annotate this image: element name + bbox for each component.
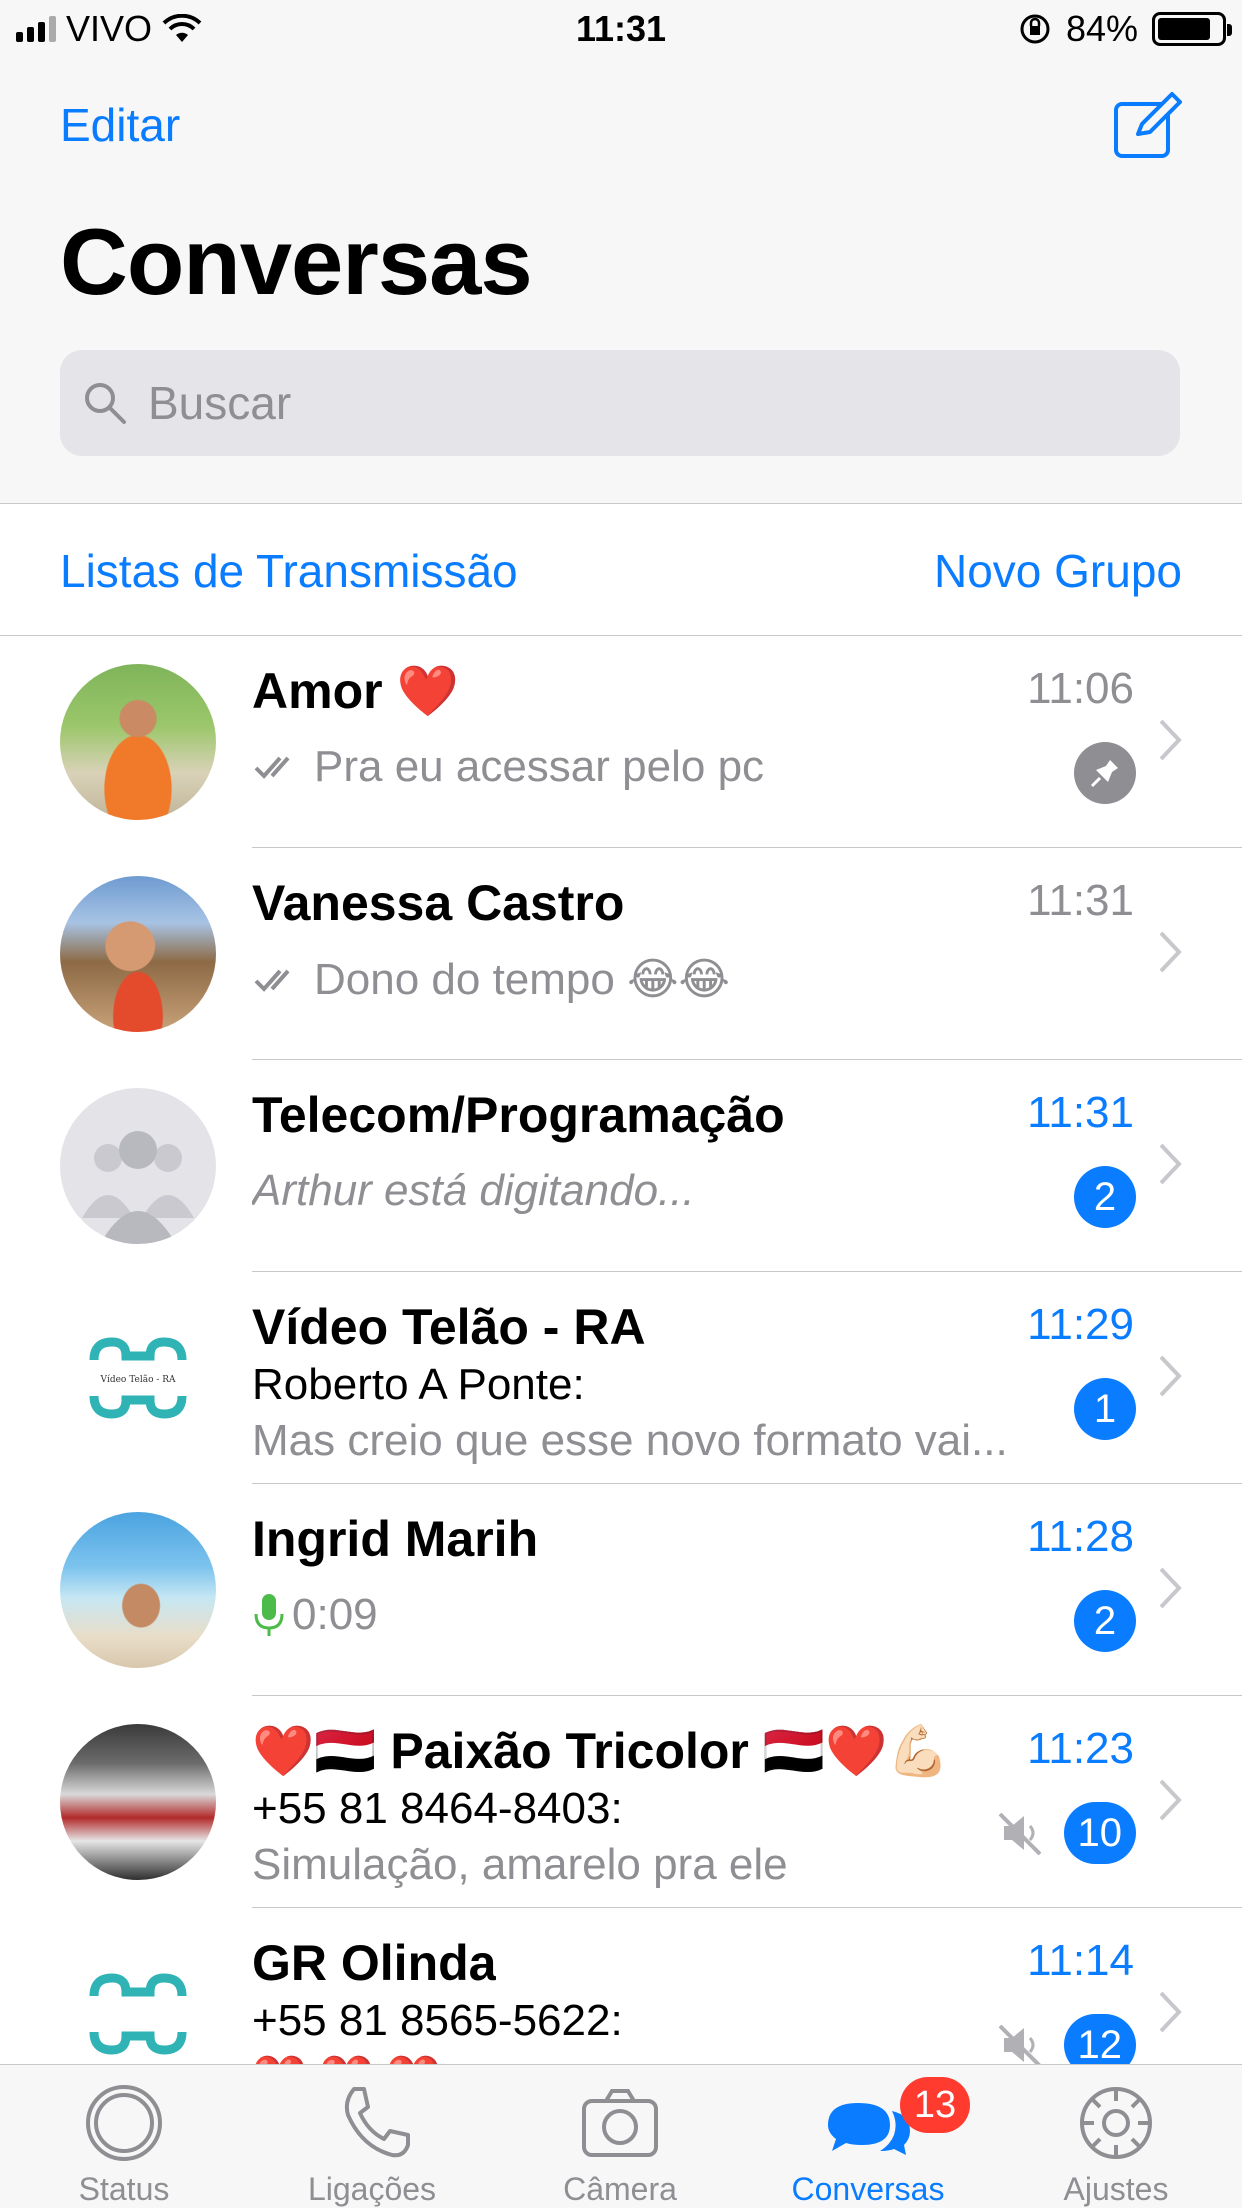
- chat-name: GR Olinda: [252, 1935, 497, 1991]
- message-sender: Roberto A Ponte:: [252, 1360, 585, 1409]
- tab-label: Status: [78, 2171, 170, 2207]
- chevron-right-icon: [1159, 1779, 1182, 1821]
- tab-bar: Status Ligações Câmera 13 Conversas Ajus…: [0, 2064, 1242, 2208]
- chevron-right-icon: [1159, 719, 1182, 761]
- chat-row[interactable]: Vanessa Castro 11:31 Dono do tempo 😂😂: [0, 848, 1242, 1060]
- header: Editar Conversas Buscar: [0, 60, 1242, 504]
- message-sender: +55 81 8565-5622:: [252, 1996, 623, 2045]
- unread-badge: 12: [1063, 2014, 1136, 2064]
- chat-row[interactable]: Vídeo Telão - RA Vídeo Telão - RA 11:29 …: [0, 1272, 1242, 1484]
- chat-preview-text: Pra eu acessar pelo pc: [314, 742, 765, 791]
- camera-icon: [582, 2089, 658, 2157]
- avatar: [60, 1936, 216, 2064]
- chat-preview: Dono do tempo 😂😂: [252, 954, 730, 1005]
- status-icon: [86, 2085, 162, 2161]
- muted-icon: [998, 1812, 1042, 1856]
- chat-preview-text: ❤️ ❤️ ❤️: [252, 2052, 952, 2064]
- chat-preview-text: Dono do tempo 😂😂: [314, 955, 730, 1004]
- chat-name: Amor ❤️: [252, 663, 459, 719]
- message-sender: +55 81 8464-8403:: [252, 1784, 623, 1833]
- chat-preview: 0:09: [252, 1590, 378, 1640]
- voice-duration: 0:09: [292, 1590, 378, 1639]
- chevron-right-icon: [1159, 931, 1182, 973]
- chevron-right-icon: [1159, 1143, 1182, 1185]
- chevron-right-icon: [1159, 1567, 1182, 1609]
- svg-text:Vídeo Telão - RA: Vídeo Telão - RA: [99, 1374, 176, 1385]
- chat-row[interactable]: Telecom/Programação 11:31 Arthur está di…: [0, 1060, 1242, 1272]
- chat-time: 11:14: [1027, 1936, 1134, 1985]
- tab-label: Conversas: [791, 2171, 945, 2207]
- chevron-right-icon: [1159, 1355, 1182, 1397]
- chat-name: ❤️🇾🇪 Paixão Tricolor 🇾🇪❤️💪🏻: [252, 1723, 950, 1779]
- phone-icon: [344, 2087, 410, 2158]
- tab-camera[interactable]: Câmera: [496, 2065, 744, 2209]
- avatar: [60, 1724, 216, 1880]
- muted-icon: [998, 2024, 1041, 2064]
- pin-icon: [1074, 742, 1136, 804]
- unread-badge: 2: [1074, 1166, 1136, 1228]
- tab-label: Câmera: [563, 2171, 677, 2207]
- chat-time: 11:23: [1027, 1724, 1134, 1773]
- chat-preview: Pra eu acessar pelo pc: [252, 742, 764, 792]
- chat-row[interactable]: Ingrid Marih 11:28 0:09 2: [0, 1484, 1242, 1696]
- settings-icon: [1080, 2087, 1152, 2159]
- chat-time: 11:28: [1027, 1512, 1134, 1561]
- microphone-icon: [254, 1594, 284, 1636]
- chat-row[interactable]: GR Olinda 11:14 +55 81 8565-5622: ❤️ ❤️ …: [0, 1908, 1242, 2064]
- compose-icon[interactable]: [1112, 90, 1184, 160]
- tab-label: Ligações: [307, 2171, 437, 2207]
- search-icon: [85, 383, 126, 424]
- tab-calls[interactable]: Ligações: [248, 2065, 496, 2209]
- unread-badge: 2: [1074, 1590, 1136, 1652]
- double-check-icon: [254, 756, 290, 779]
- chat-time: 11:29: [1027, 1300, 1134, 1349]
- chat-time: 11:31: [1027, 876, 1134, 925]
- battery-percent: 84%: [1065, 8, 1138, 49]
- chat-name: Vídeo Telão - RA: [252, 1299, 646, 1355]
- avatar: [60, 876, 216, 1032]
- new-group-link[interactable]: Novo Grupo: [934, 544, 1182, 598]
- group-placeholder-avatar: [60, 1088, 216, 1244]
- chat-row[interactable]: Amor ❤️ 11:06 Pra eu acessar pelo pc: [0, 636, 1242, 848]
- search-placeholder: Buscar: [148, 377, 292, 429]
- chat-preview-text: Arthur está digitando...: [252, 1166, 695, 1215]
- avatar: [60, 1512, 216, 1668]
- tab-badge: 13: [900, 2077, 970, 2133]
- unread-badge: 10: [1063, 1802, 1136, 1864]
- tab-settings[interactable]: Ajustes: [992, 2065, 1240, 2209]
- tab-label: Ajustes: [1063, 2171, 1169, 2207]
- chevron-right-icon: [1159, 1991, 1182, 2033]
- logo-icon: Vídeo Telão - RA: [89, 1337, 187, 1419]
- battery-icon: [1152, 12, 1232, 46]
- chat-row[interactable]: ❤️🇾🇪 Paixão Tricolor 🇾🇪❤️💪🏻 11:23 +55 81…: [0, 1696, 1242, 1908]
- chat-name: Vanessa Castro: [252, 875, 625, 931]
- tab-status[interactable]: Status: [0, 2065, 248, 2209]
- chat-time: 11:31: [1027, 1088, 1134, 1137]
- logo-icon: [89, 1973, 187, 2055]
- chat-name: Telecom/Programação: [252, 1087, 785, 1143]
- chat-time: 11:06: [1027, 664, 1134, 713]
- avatar: [60, 664, 216, 820]
- rotation-lock-icon: [1020, 14, 1050, 44]
- list-actions: Listas de Transmissão Novo Grupo: [0, 504, 1242, 636]
- tab-chats[interactable]: 13 Conversas: [744, 2065, 992, 2209]
- double-check-icon: [254, 969, 290, 992]
- page-title: Conversas: [60, 209, 533, 314]
- broadcast-lists-link[interactable]: Listas de Transmissão: [60, 544, 518, 598]
- avatar: Vídeo Telão - RA: [60, 1300, 216, 1456]
- chat-preview-text: Mas creio que esse novo formato vai...: [252, 1416, 1008, 1465]
- battery-info: 84%: [1018, 8, 1232, 50]
- chat-name: Ingrid Marih: [252, 1511, 539, 1567]
- unread-badge: 1: [1074, 1378, 1136, 1440]
- chat-preview-text: Simulação, amarelo pra ele: [252, 1840, 788, 1889]
- edit-button[interactable]: Editar: [60, 98, 180, 152]
- search-bar[interactable]: Buscar: [60, 350, 1180, 456]
- status-bar: VIVO 11:31 84%: [0, 0, 1242, 60]
- chat-list: Amor ❤️ 11:06 Pra eu acessar pelo pc Van…: [0, 636, 1242, 2064]
